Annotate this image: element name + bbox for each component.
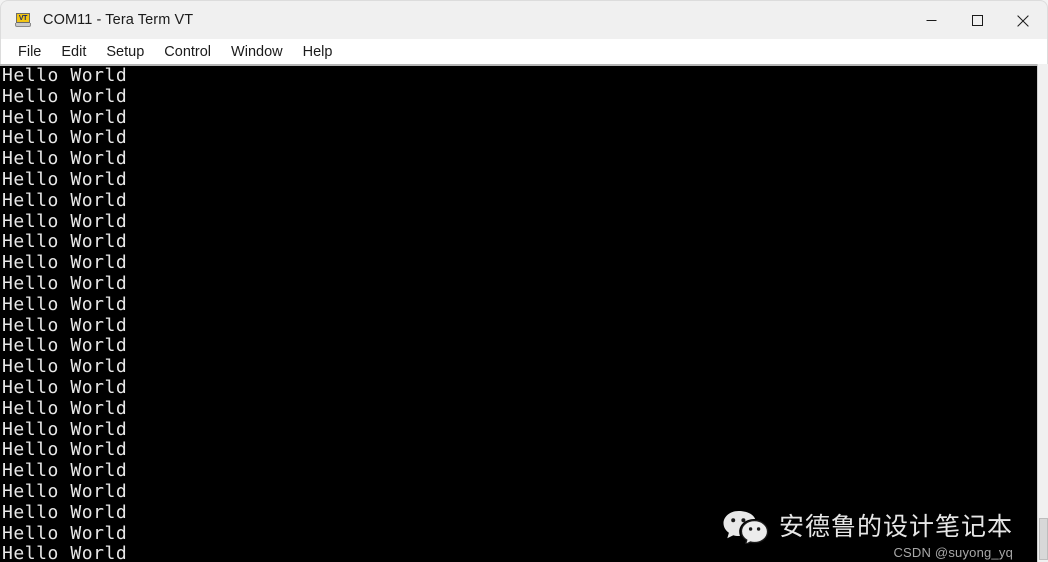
- icon-screen: VT: [16, 13, 30, 23]
- terminal-screen[interactable]: Hello World Hello World Hello World Hell…: [0, 64, 1037, 562]
- close-icon: [1017, 14, 1029, 27]
- watermark-subtitle: CSDN @suyong_yq: [893, 545, 1013, 560]
- close-button[interactable]: [1000, 2, 1046, 39]
- title-bar[interactable]: VT COM11 - Tera Term VT: [0, 0, 1048, 39]
- tera-term-window: VT COM11 - Tera Term VT File Edit Setup …: [0, 0, 1048, 562]
- maximize-button[interactable]: [954, 2, 1000, 39]
- maximize-icon: [971, 15, 983, 26]
- terminal-area: Hello World Hello World Hello World Hell…: [0, 64, 1048, 562]
- minimize-icon: [926, 20, 936, 21]
- window-controls: [908, 2, 1046, 39]
- minimize-button[interactable]: [908, 2, 954, 39]
- watermark-title: 安德鲁的设计笔记本: [778, 512, 1013, 541]
- terminal-scrollbar[interactable]: [1037, 64, 1048, 562]
- window-title: COM11 - Tera Term VT: [43, 12, 194, 28]
- menu-bar: File Edit Setup Control Window Help: [0, 39, 1048, 64]
- menu-item-control[interactable]: Control: [154, 42, 221, 62]
- menu-item-edit[interactable]: Edit: [51, 42, 96, 62]
- icon-vt-label: VT: [18, 14, 28, 22]
- terminal-output: Hello World Hello World Hello World Hell…: [2, 65, 128, 562]
- wechat-icon: [723, 510, 769, 546]
- menu-item-window[interactable]: Window: [221, 42, 293, 62]
- tera-term-vt-icon: VT: [15, 12, 31, 28]
- menu-item-setup[interactable]: Setup: [96, 42, 154, 62]
- watermark: 安德鲁的设计笔记本 CSDN @suyong_yq: [723, 510, 1013, 560]
- icon-base: [15, 23, 31, 27]
- watermark-main: 安德鲁的设计笔记本: [723, 510, 1013, 546]
- menu-item-help[interactable]: Help: [293, 42, 343, 62]
- scrollbar-thumb[interactable]: [1039, 518, 1048, 560]
- menu-item-file[interactable]: File: [8, 42, 51, 62]
